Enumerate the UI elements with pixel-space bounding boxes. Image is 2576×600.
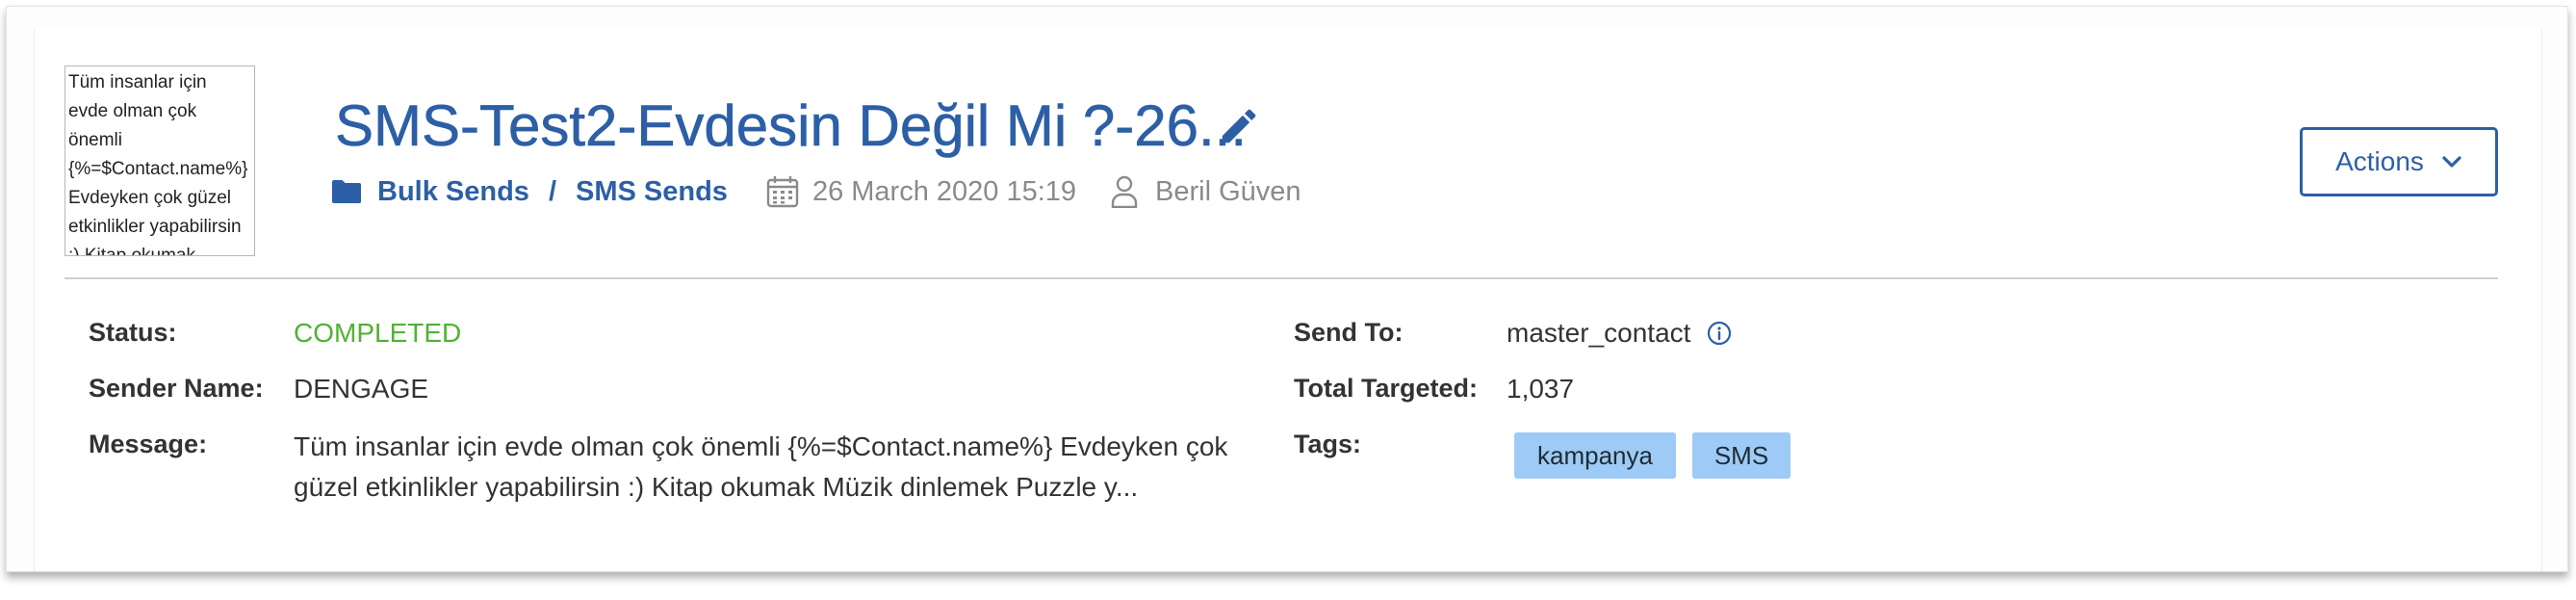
info-icon[interactable] [1707,321,1732,346]
sender-name-label: Sender Name: [89,374,264,403]
status-label: Status: [89,318,177,347]
tag-kampanya[interactable]: kampanya [1514,432,1676,479]
tags-label: Tags: [1294,430,1362,458]
breadcrumb-sms-sends[interactable]: SMS Sends [576,176,728,208]
total-targeted-value: 1,037 [1507,374,1575,404]
message-value: Tüm insanlar için evde olman çok önemli … [294,431,1228,502]
breadcrumb-bulk-sends[interactable]: Bulk Sends [377,176,529,208]
pencil-icon[interactable] [1217,104,1261,148]
header-divider [64,277,2498,279]
total-targeted-label: Total Targeted: [1294,374,1479,403]
send-to-value: master_contact [1507,318,1691,348]
status-badge: COMPLETED [294,318,462,348]
actions-button-label: Actions [2335,146,2424,176]
created-by-user: Beril Güven [1155,175,1301,207]
message-preview-thumbnail: Tüm insanlar için evde olman çok önemli … [64,65,255,256]
user-icon [1111,175,1138,208]
actions-button[interactable]: Actions [2300,127,2498,196]
send-to-label: Send To: [1294,318,1404,347]
folder-icon [331,179,362,204]
message-label: Message: [89,430,208,458]
chevron-down-icon [2441,155,2462,169]
breadcrumb-separator: / [548,175,556,207]
calendar-icon [766,175,799,208]
send-date: 26 March 2020 15:19 [811,175,1077,207]
page-title: SMS-Test2-Evdesin Değil Mi ?-26... [335,93,1248,159]
sender-name-value: DENGAGE [294,374,429,404]
breadcrumb-meta-row: Bulk Sends / SMS Sends 26 March 2020 15:… [331,171,1301,212]
tag-sms[interactable]: SMS [1692,432,1790,479]
